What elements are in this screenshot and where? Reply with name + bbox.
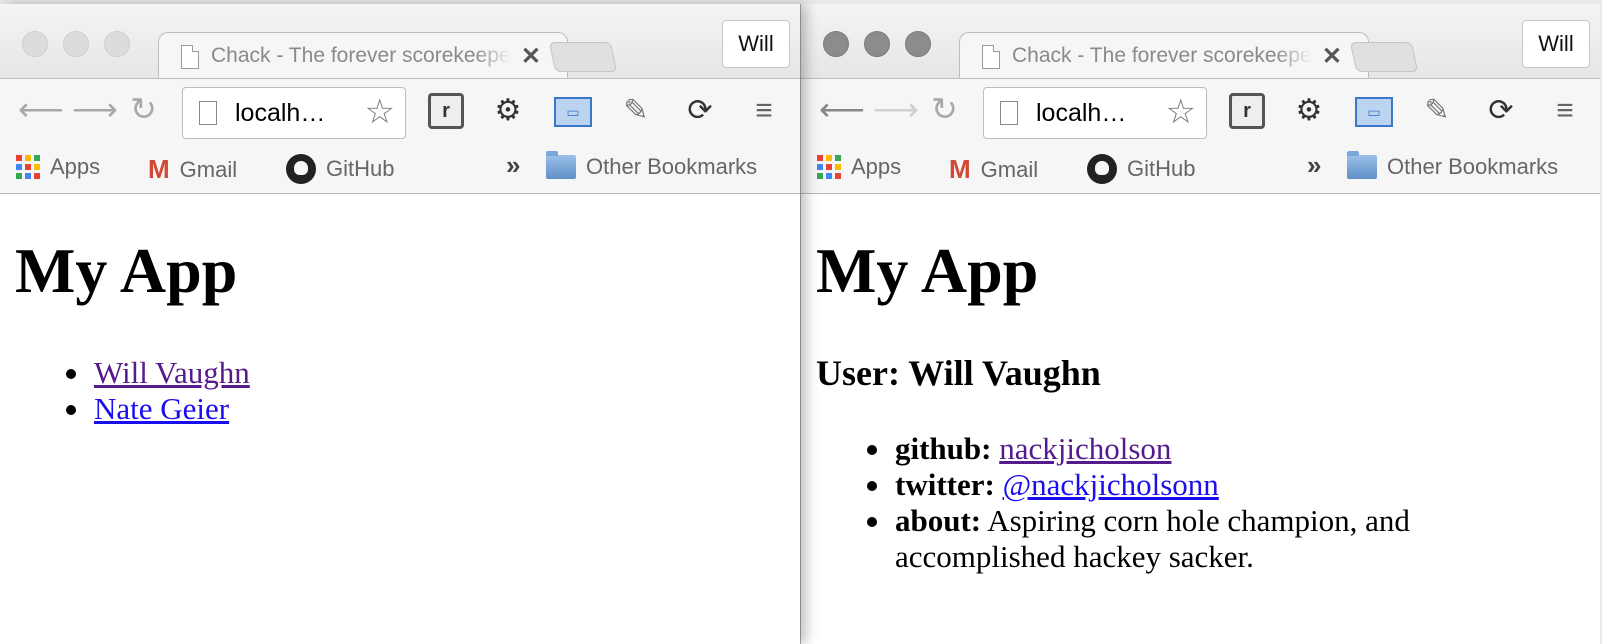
page-title: My App [15, 235, 238, 306]
minimize-window-button[interactable] [864, 31, 890, 57]
hamburger-menu-icon[interactable]: ≡ [746, 93, 782, 129]
traffic-lights [22, 31, 130, 57]
page-icon [199, 101, 217, 125]
detail-label: about: [895, 503, 982, 538]
close-window-button[interactable] [823, 31, 849, 57]
gmail-icon: M [148, 154, 170, 184]
bookmark-label: Apps [50, 154, 101, 179]
github-link[interactable]: nackjicholson [999, 431, 1171, 466]
close-tab-icon[interactable]: ✕ [521, 42, 541, 71]
bookmark-github[interactable]: GitHub [1087, 154, 1195, 184]
star-icon[interactable]: ☆ [1166, 94, 1196, 130]
bookmark-label: Gmail [179, 156, 238, 182]
sync-extension-icon[interactable]: ⟳ [1483, 93, 1519, 129]
detail-label: twitter: [895, 467, 995, 502]
github-icon [286, 154, 316, 184]
bookmark-gmail[interactable]: M Gmail [148, 154, 237, 185]
tab-title: Chack - The forever scorekeeper [211, 44, 511, 67]
window-extension-icon[interactable]: ▭ [554, 97, 592, 127]
address-text: localh… [1036, 99, 1127, 127]
list-item: about: Aspiring corn hole champion, and … [867, 503, 1455, 575]
address-text: localh… [235, 99, 326, 127]
title-bar: Chack - The forever scorekeeper ✕ Will [801, 4, 1600, 82]
bookmark-label: Apps [851, 154, 902, 179]
bookmark-apps[interactable]: Apps [817, 154, 901, 180]
reload-icon[interactable]: ↻ [931, 93, 958, 125]
title-bar: Chack - The forever scorekeeper ✕ Will [0, 4, 800, 82]
gear-icon[interactable]: ⚙ [1291, 93, 1327, 129]
readability-extension-icon[interactable]: r [428, 93, 464, 129]
list-item: twitter: @nackjicholsonn [867, 467, 1455, 503]
user-list: Will Vaughn Nate Geier [66, 355, 250, 427]
address-bar[interactable]: localh… ☆ [983, 87, 1207, 139]
apps-grid-icon [16, 155, 40, 179]
more-bookmarks-chevron[interactable]: » [1307, 150, 1321, 181]
list-item: Nate Geier [66, 391, 250, 427]
more-bookmarks-chevron[interactable]: » [506, 150, 520, 181]
zoom-window-button[interactable] [104, 31, 130, 57]
profile-button[interactable]: Will [722, 20, 790, 68]
close-window-button[interactable] [22, 31, 48, 57]
list-item: github: nackjicholson [867, 431, 1455, 467]
forward-icon[interactable]: ⟶ [873, 93, 919, 125]
page-icon [982, 45, 1000, 69]
browser-window-right: Chack - The forever scorekeeper ✕ Will ⟵… [800, 4, 1600, 644]
star-icon[interactable]: ☆ [365, 94, 395, 130]
folder-icon [1347, 151, 1377, 179]
tab-title: Chack - The forever scorekeeper [1012, 44, 1312, 67]
bookmark-github[interactable]: GitHub [286, 154, 394, 184]
bookmarks-bar: Apps M Gmail GitHub » Other Bookmarks [801, 142, 1600, 194]
forward-icon[interactable]: ⟶ [72, 93, 118, 125]
minimize-window-button[interactable] [63, 31, 89, 57]
apps-grid-icon [817, 155, 841, 179]
address-bar[interactable]: localh… ☆ [182, 87, 406, 139]
user-heading: User: Will Vaughn [816, 353, 1101, 393]
toolbar: ⟵ ⟶ ↻ localh… ☆ r ⚙ ▭ ✎ ⟳ ≡ [801, 78, 1600, 142]
profile-button[interactable]: Will [1522, 20, 1590, 68]
zoom-window-button[interactable] [905, 31, 931, 57]
screenshot-extension-icon[interactable]: ✎ [1419, 93, 1455, 129]
page-icon [1000, 101, 1018, 125]
bookmark-gmail[interactable]: M Gmail [949, 154, 1038, 185]
user-link[interactable]: Will Vaughn [94, 355, 250, 390]
page-icon [181, 45, 199, 69]
browser-window-left: Chack - The forever scorekeeper ✕ Will ⟵… [0, 4, 800, 644]
bookmarks-bar: Apps M Gmail GitHub » Other Bookmarks [0, 142, 800, 194]
bookmark-apps[interactable]: Apps [16, 154, 100, 180]
window-extension-icon[interactable]: ▭ [1355, 97, 1393, 127]
bookmark-label: GitHub [326, 156, 395, 181]
gear-icon[interactable]: ⚙ [490, 93, 526, 129]
bookmark-label: Other Bookmarks [586, 154, 758, 179]
user-link[interactable]: Nate Geier [94, 391, 229, 426]
reload-icon[interactable]: ↻ [130, 93, 157, 125]
hamburger-menu-icon[interactable]: ≡ [1547, 93, 1583, 129]
bookmark-other[interactable]: Other Bookmarks [1347, 151, 1559, 180]
page-content: My App Will Vaughn Nate Geier [0, 195, 800, 644]
readability-extension-icon[interactable]: r [1229, 93, 1265, 129]
browser-tab[interactable]: Chack - The forever scorekeeper ✕ [158, 32, 568, 82]
screenshot-extension-icon[interactable]: ✎ [618, 93, 654, 129]
detail-label: github: [895, 431, 992, 466]
new-tab-button[interactable] [1349, 42, 1419, 72]
list-item: Will Vaughn [66, 355, 250, 391]
sync-extension-icon[interactable]: ⟳ [682, 93, 718, 129]
browser-tab[interactable]: Chack - The forever scorekeeper ✕ [959, 32, 1369, 82]
close-tab-icon[interactable]: ✕ [1322, 42, 1342, 71]
folder-icon [546, 151, 576, 179]
page-content: My App User: Will Vaughn github: nackjic… [801, 195, 1600, 644]
back-icon[interactable]: ⟵ [18, 93, 64, 125]
bookmark-other[interactable]: Other Bookmarks [546, 151, 758, 180]
back-icon[interactable]: ⟵ [819, 93, 865, 125]
github-icon [1087, 154, 1117, 184]
traffic-lights [823, 31, 931, 57]
user-details-list: github: nackjicholson twitter: @nackjich… [867, 431, 1455, 575]
toolbar: ⟵ ⟶ ↻ localh… ☆ r ⚙ ▭ ✎ ⟳ ≡ [0, 78, 800, 142]
page-title: My App [816, 235, 1039, 306]
new-tab-button[interactable] [548, 42, 618, 72]
bookmark-label: GitHub [1127, 156, 1196, 181]
bookmark-label: Gmail [980, 156, 1039, 182]
gmail-icon: M [949, 154, 971, 184]
bookmark-label: Other Bookmarks [1387, 154, 1559, 179]
twitter-link[interactable]: @nackjicholsonn [1003, 467, 1219, 502]
